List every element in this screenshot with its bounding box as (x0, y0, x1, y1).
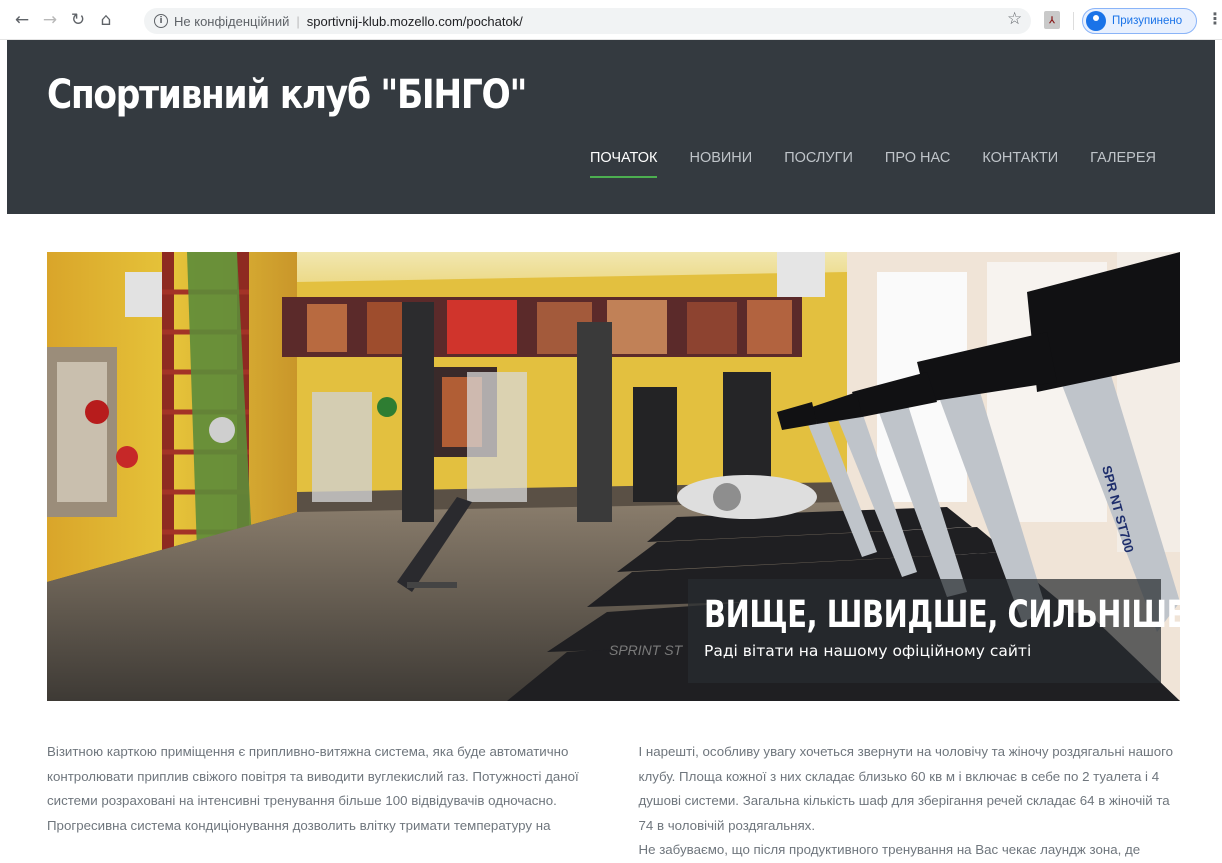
url-text[interactable]: sportivnij-klub.mozello.com/pochatok/ (307, 14, 523, 29)
hero-heading: ВИЩЕ, ШВИДШЕ, СИЛЬНІШЕ... (704, 593, 1180, 636)
nav-item-posluhy[interactable]: ПОСЛУГИ (784, 150, 853, 178)
toolbar-divider (1073, 12, 1074, 30)
address-bar[interactable]: i Не конфіденційний | sportivnij-klub.mo… (144, 8, 1031, 34)
hero-subheading: Раді вітати на нашому офіційному сайті (704, 642, 1032, 660)
avatar-icon (1086, 11, 1106, 31)
info-icon[interactable]: i (154, 14, 168, 28)
home-icon[interactable]: ⌂ (92, 6, 120, 34)
left-paragraph-2: Прогресивна система кондиціонування дозв… (47, 817, 551, 833)
content-column-left: Візитною карткою приміщення є припливно-… (47, 740, 589, 863)
nav-item-pro-nas[interactable]: ПРО НАС (885, 150, 950, 178)
hero-banner: SPR NT ST700 SPRINT ST ВИЩЕ, ШВИДШЕ, СИЛ… (47, 252, 1180, 701)
main-navigation: ПОЧАТОК НОВИНИ ПОСЛУГИ ПРО НАС КОНТАКТИ … (589, 150, 1156, 178)
site-header: Спортивний клуб "БІНГО" ПОЧАТОК НОВИНИ П… (7, 40, 1215, 214)
left-paragraph-1: Візитною карткою приміщення є припливно-… (47, 744, 579, 808)
main-content: Візитною карткою приміщення є припливно-… (47, 740, 1180, 863)
nav-item-galereya[interactable]: ГАЛЕРЕЯ (1090, 150, 1156, 178)
profile-button[interactable]: Призупинено (1082, 8, 1197, 34)
hero-caption: ВИЩЕ, ШВИДШЕ, СИЛЬНІШЕ... Раді вітати на… (688, 579, 1180, 683)
profile-label: Призупинено (1112, 15, 1183, 27)
address-divider: | (296, 13, 300, 29)
back-arrow-icon[interactable]: ← (8, 6, 36, 34)
right-paragraph-1: І нарешті, особливу увагу хочеться зверн… (638, 744, 1174, 833)
nav-item-pochatok[interactable]: ПОЧАТОК (589, 150, 657, 178)
nav-item-novyny[interactable]: НОВИНИ (689, 150, 752, 178)
browser-menu-icon[interactable]: ⋮ (1207, 9, 1222, 28)
browser-toolbar: ← → ↻ ⌂ i Не конфіденційний | sportivnij… (0, 0, 1222, 40)
treadmill-label-2: SPRINT ST (609, 642, 684, 658)
forward-arrow-icon[interactable]: → (36, 6, 64, 34)
security-label: Не конфіденційний (174, 13, 290, 29)
reload-icon[interactable]: ↻ (64, 6, 92, 34)
content-column-right: І нарешті, особливу увагу хочеться зверн… (639, 740, 1181, 863)
bookmark-star-icon[interactable]: ☆ (1007, 9, 1022, 29)
site-title[interactable]: Спортивний клуб "БІНГО" (47, 72, 527, 118)
nav-item-kontakty[interactable]: КОНТАКТИ (982, 150, 1058, 178)
pdf-extension-icon[interactable]: ⅄ (1044, 11, 1060, 29)
